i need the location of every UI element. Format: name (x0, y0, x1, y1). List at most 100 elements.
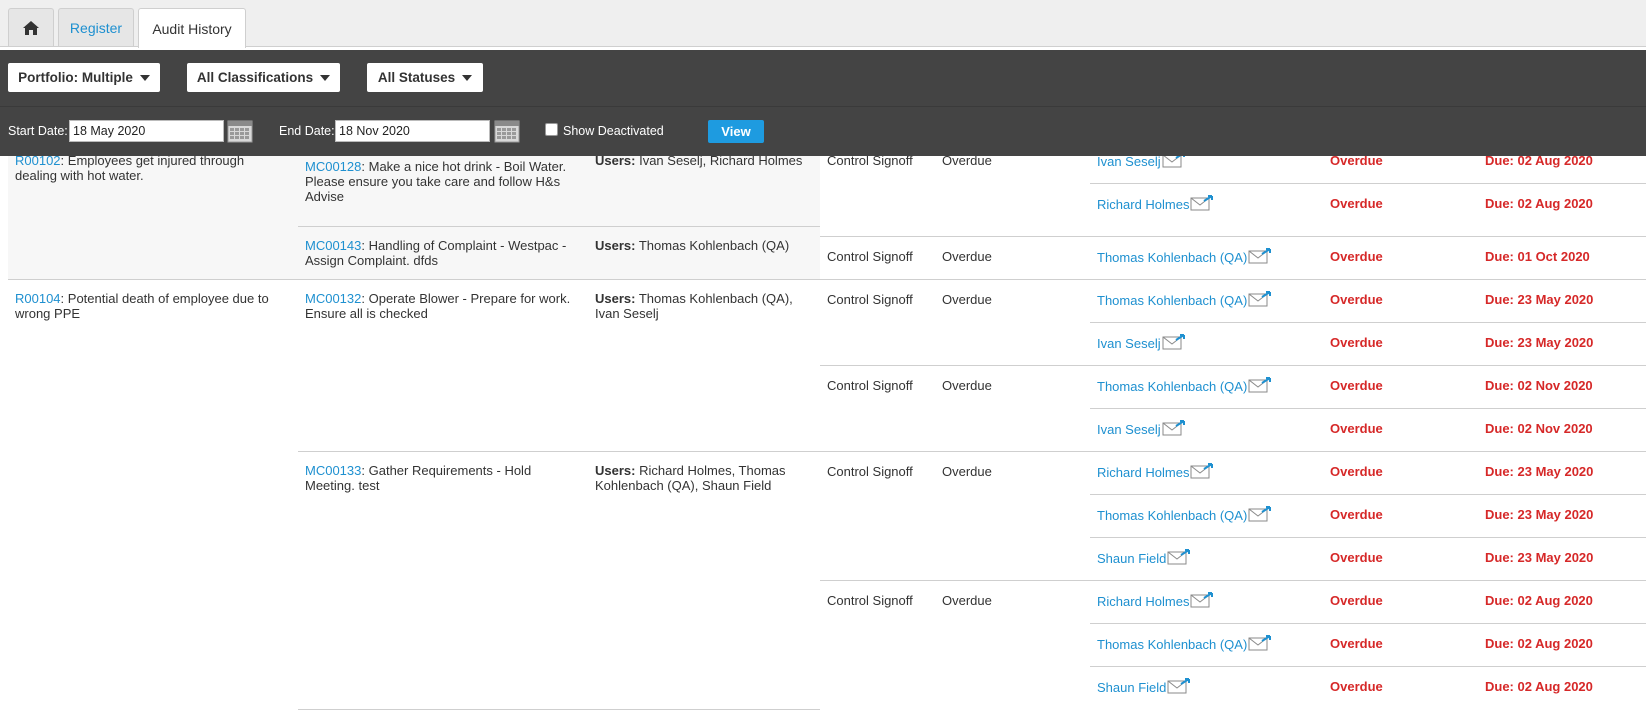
assignment-status: Overdue (1330, 249, 1383, 264)
assignee-link[interactable]: Shaun Field (1097, 680, 1166, 695)
assignee-link[interactable]: Thomas Kohlenbach (QA) (1097, 379, 1247, 394)
email-reminder-icon[interactable] (1248, 506, 1272, 525)
signoff-type: Control Signoff (827, 249, 913, 264)
portfolio-dropdown[interactable]: Portfolio: Multiple (8, 63, 160, 92)
show-deactivated-checkbox[interactable] (545, 123, 558, 136)
assignee-link[interactable]: Thomas Kohlenbach (QA) (1097, 293, 1247, 308)
portfolio-label: Portfolio: Multiple (18, 70, 133, 85)
email-reminder-icon[interactable] (1167, 678, 1191, 697)
assignee-cell: Ivan Seselj (1097, 334, 1186, 353)
statuses-dropdown[interactable]: All Statuses (367, 63, 483, 92)
assignment-status: Overdue (1330, 292, 1383, 307)
users-list: Thomas Kohlenbach (QA) (638, 238, 790, 253)
users-cell: Users: Thomas Kohlenbach (QA), Ivan Sese… (595, 291, 810, 321)
signoff-type: Control Signoff (827, 378, 913, 393)
assignee-cell: Shaun Field (1097, 678, 1191, 697)
assignee-link[interactable]: Ivan Seselj (1097, 336, 1161, 351)
email-reminder-icon[interactable] (1248, 377, 1272, 396)
control-cell: MC00128: Make a nice hot drink - Boil Wa… (305, 159, 567, 204)
caret-down-icon (320, 74, 331, 81)
assignment-due-date: Due: 23 May 2020 (1485, 507, 1594, 522)
assignee-link[interactable]: Thomas Kohlenbach (QA) (1097, 508, 1247, 523)
assignee-cell: Thomas Kohlenbach (QA) (1097, 377, 1272, 396)
assignment-status: Overdue (1330, 593, 1383, 608)
calendar-icon[interactable] (494, 119, 520, 143)
email-reminder-icon[interactable] (1162, 420, 1186, 439)
assignment-status: Overdue (1330, 464, 1383, 479)
start-date-input[interactable] (69, 120, 224, 142)
assignment-status: Overdue (1330, 507, 1383, 522)
email-reminder-icon[interactable] (1190, 195, 1214, 214)
users-cell: Users: Richard Holmes, Thomas Kohlenbach… (595, 463, 810, 493)
end-date-label: End Date: (279, 124, 335, 138)
assignment-due-date: Due: 02 Aug 2020 (1485, 196, 1593, 211)
assignee-link[interactable]: Thomas Kohlenbach (QA) (1097, 637, 1247, 652)
assignment-status: Overdue (1330, 679, 1383, 694)
assignee-link[interactable]: Richard Holmes (1097, 197, 1189, 212)
assignment-status: Overdue (1330, 335, 1383, 350)
email-reminder-icon[interactable] (1190, 592, 1214, 611)
signoff-status: Overdue (942, 292, 992, 307)
email-reminder-icon[interactable] (1190, 463, 1214, 482)
assignee-cell: Thomas Kohlenbach (QA) (1097, 291, 1272, 310)
classifications-dropdown[interactable]: All Classifications (187, 63, 340, 92)
assignment-due-date: Due: 02 Aug 2020 (1485, 593, 1593, 608)
start-date-label: Start Date: (8, 124, 68, 138)
email-reminder-icon[interactable] (1162, 334, 1186, 353)
assignment-due-date: Due: 23 May 2020 (1485, 335, 1594, 350)
control-cell: MC00132: Operate Blower - Prepare for wo… (305, 291, 571, 321)
email-reminder-icon[interactable] (1167, 549, 1191, 568)
email-reminder-icon[interactable] (1248, 635, 1272, 654)
signoff-status: Overdue (942, 249, 992, 264)
control-id-link[interactable]: MC00128 (305, 159, 361, 174)
caret-down-icon (139, 74, 150, 81)
calendar-icon[interactable] (227, 119, 253, 143)
users-label: Users: (595, 238, 636, 253)
assignment-due-date: Due: 02 Aug 2020 (1485, 636, 1593, 651)
assignee-link[interactable]: Ivan Seselj (1097, 422, 1161, 437)
assignee-cell: Richard Holmes (1097, 195, 1214, 214)
filter-bar: Portfolio: Multiple All Classifications … (0, 50, 1646, 156)
assignee-link[interactable]: Shaun Field (1097, 551, 1166, 566)
assignee-cell: Ivan Seselj (1097, 420, 1186, 439)
assignee-cell: Richard Holmes (1097, 592, 1214, 611)
control-cell: MC00133: Gather Requirements - Hold Meet… (305, 463, 532, 493)
email-reminder-icon[interactable] (1248, 291, 1272, 310)
users-label: Users: (595, 291, 636, 306)
assignment-status: Overdue (1330, 378, 1383, 393)
assignee-link[interactable]: Ivan Seselj (1097, 154, 1161, 169)
control-id-link[interactable]: MC00132 (305, 291, 361, 306)
assignee-cell: Richard Holmes (1097, 463, 1214, 482)
assignment-due-date: Due: 23 May 2020 (1485, 292, 1594, 307)
risk-id-link[interactable]: R00104 (15, 291, 61, 306)
risk-cell: R00102: Employees get injured through de… (15, 153, 245, 183)
view-button[interactable]: View (708, 120, 764, 143)
assignee-cell: Thomas Kohlenbach (QA) (1097, 635, 1272, 654)
assignment-status: Overdue (1330, 421, 1383, 436)
users-cell: Users: Thomas Kohlenbach (QA) (595, 238, 815, 253)
signoff-status: Overdue (942, 593, 992, 608)
signoff-type: Control Signoff (827, 292, 913, 307)
control-id-link[interactable]: MC00133 (305, 463, 361, 478)
assignment-due-date: Due: 23 May 2020 (1485, 464, 1594, 479)
signoff-status: Overdue (942, 378, 992, 393)
assignment-status: Overdue (1330, 550, 1383, 565)
assignment-due-date: Due: 02 Nov 2020 (1485, 378, 1593, 393)
signoff-status: Overdue (942, 464, 992, 479)
control-cell: MC00143: Handling of Complaint - Westpac… (305, 238, 567, 268)
users-label: Users: (595, 463, 636, 478)
filter-divider (0, 106, 1646, 107)
assignee-link[interactable]: Richard Holmes (1097, 465, 1189, 480)
end-date-input[interactable] (335, 120, 490, 142)
assignee-cell: Shaun Field (1097, 549, 1191, 568)
assignment-due-date: Due: 01 Oct 2020 (1485, 249, 1590, 264)
show-deactivated-label: Show Deactivated (563, 124, 664, 138)
assignment-due-date: Due: 02 Nov 2020 (1485, 421, 1593, 436)
email-reminder-icon[interactable] (1248, 248, 1272, 267)
statuses-label: All Statuses (377, 70, 456, 85)
assignment-due-date: Due: 23 May 2020 (1485, 550, 1594, 565)
signoff-type: Control Signoff (827, 593, 913, 608)
assignee-link[interactable]: Thomas Kohlenbach (QA) (1097, 250, 1247, 265)
assignee-link[interactable]: Richard Holmes (1097, 594, 1189, 609)
control-id-link[interactable]: MC00143 (305, 238, 361, 253)
